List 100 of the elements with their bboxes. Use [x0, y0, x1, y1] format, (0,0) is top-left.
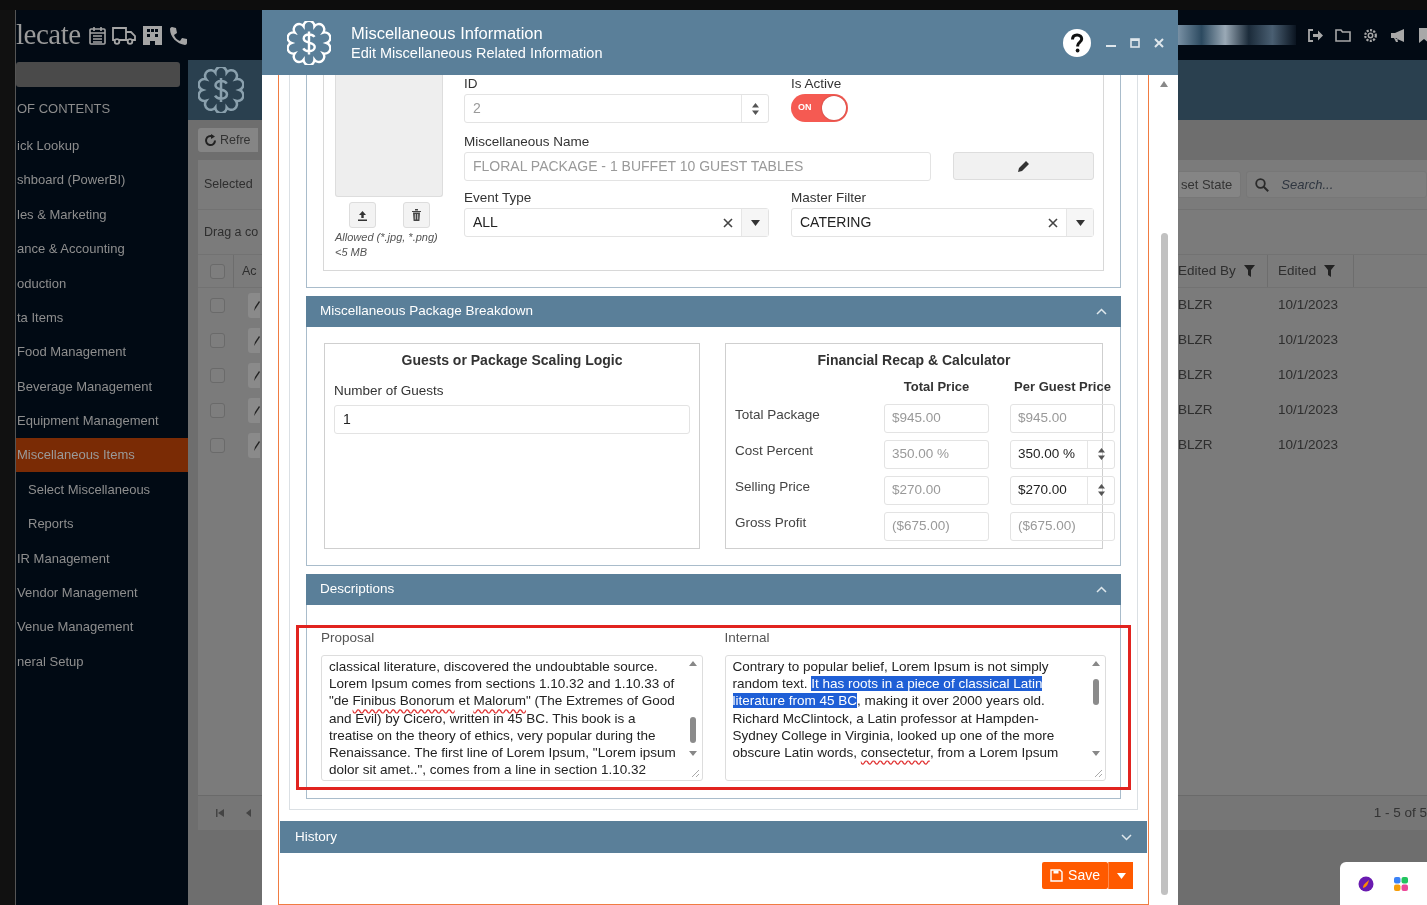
delete-button[interactable]: [402, 202, 430, 228]
filter-icon[interactable]: [1324, 265, 1336, 277]
sidebar-item[interactable]: ta Items: [16, 300, 188, 335]
dialog-subtitle: Edit Miscellaneous Related Information: [351, 43, 603, 63]
pencil-icon: [1016, 159, 1031, 173]
column-header[interactable]: Ac: [242, 261, 257, 281]
sidebar-item[interactable]: ick Lookup: [16, 128, 188, 163]
table-cell: BLZR: [1178, 297, 1213, 313]
sidebar-item[interactable]: IR Management: [16, 541, 188, 576]
edit-button[interactable]: [248, 328, 260, 353]
sidebar-item[interactable]: Beverage Management: [16, 369, 188, 404]
chevron-up-icon[interactable]: [1096, 308, 1107, 315]
sidebar-item[interactable]: Vendor Management: [16, 575, 188, 610]
edit-button[interactable]: [248, 363, 260, 388]
scrollbar-drawing[interactable]: [1089, 659, 1103, 779]
pager-text: 1 - 5 of 5: [1373, 803, 1427, 822]
filter-icon[interactable]: [1243, 265, 1255, 277]
spinner-arrows-icon[interactable]: [1096, 447, 1106, 461]
group-hint: Drag a co: [204, 223, 259, 241]
sidebar-heading: OF CONTENTS: [16, 100, 112, 118]
sidebar-item[interactable]: neral Setup: [16, 644, 188, 679]
sidebar-item[interactable]: Equipment Management: [16, 403, 188, 438]
field-label: ID: [464, 76, 479, 92]
column-header[interactable]: Edited By: [1178, 260, 1236, 282]
bookmark-icon[interactable]: [1419, 27, 1427, 43]
calendar-icon[interactable]: [88, 25, 106, 45]
table-cell: 10/1/2023: [1278, 297, 1339, 313]
input-field: 350.00 %: [884, 439, 989, 469]
maximize-icon[interactable]: [1130, 37, 1140, 48]
folder-icon[interactable]: [1335, 28, 1351, 42]
upload-icon: [356, 209, 368, 221]
scroll-up-icon[interactable]: [1160, 81, 1168, 87]
sidebar-item[interactable]: les & Marketing: [16, 197, 188, 232]
pencil-icon: [254, 335, 260, 346]
scrollbar-thumb[interactable]: [1160, 233, 1168, 895]
chevron-down-icon[interactable]: [1121, 833, 1132, 841]
dialog-title: Miscellaneous Information: [351, 22, 544, 43]
dropdown-toggle-button[interactable]: [1108, 862, 1133, 889]
section-header[interactable]: Descriptions: [306, 574, 1121, 605]
search-input[interactable]: Search...: [1279, 173, 1400, 196]
sidebar-item[interactable]: Food Management: [16, 334, 188, 370]
toggle-switch[interactable]: ON: [791, 94, 848, 122]
dropdown-field[interactable]: ALL: [464, 208, 769, 237]
section-header[interactable]: Miscellaneous Package Breakdown: [306, 296, 1121, 327]
edit-button[interactable]: [248, 293, 260, 318]
sidebar-item[interactable]: Miscellaneous Items: [16, 438, 188, 473]
search-field[interactable]: Search...: [1246, 171, 1427, 198]
dropdown-field[interactable]: CATERING: [791, 208, 1094, 237]
field-label: Master Filter: [791, 190, 867, 206]
building-icon[interactable]: [141, 25, 163, 45]
chevron-up-icon[interactable]: [1096, 586, 1107, 593]
table-cell: BLZR: [1178, 332, 1213, 348]
sign-out-icon[interactable]: [1308, 28, 1323, 42]
upload-button[interactable]: [348, 202, 376, 228]
input-field: ($675.00): [884, 511, 989, 541]
clear-icon[interactable]: [723, 217, 733, 228]
sidebar-subitem[interactable]: Select Miscellaneous: [16, 472, 188, 507]
sidebar-item[interactable]: ance & Accounting: [16, 231, 188, 267]
search-icon: [1255, 177, 1270, 192]
section-header[interactable]: History: [280, 821, 1147, 853]
spinner-arrows-icon[interactable]: [1096, 483, 1106, 497]
upload-hint: Allowed (*.jpg, *.png): [335, 230, 439, 245]
table-cell: BLZR: [1178, 367, 1213, 383]
reset-state-button[interactable]: set State: [1178, 171, 1242, 198]
phone-icon[interactable]: [168, 25, 187, 45]
truck-icon[interactable]: [111, 25, 136, 45]
app-icon[interactable]: [1393, 875, 1410, 892]
pencil-icon: [254, 440, 260, 451]
size-hint: <5 MB: [335, 245, 369, 260]
sidebar-subitem[interactable]: Reports: [16, 506, 188, 542]
megaphone-icon[interactable]: [1390, 27, 1407, 43]
help-icon[interactable]: [1062, 27, 1092, 58]
input-field[interactable]: 350.00 %: [1010, 439, 1115, 469]
close-icon[interactable]: [1154, 37, 1164, 48]
previous-page-icon[interactable]: [246, 809, 251, 817]
sidebar-item[interactable]: Venue Management: [16, 609, 188, 645]
dollar-badge-icon: [287, 20, 331, 65]
table-cell: BLZR: [1178, 437, 1213, 453]
edit-button[interactable]: [248, 433, 260, 458]
app-icon[interactable]: [1357, 875, 1374, 892]
refresh-button[interactable]: Refre: [198, 128, 258, 152]
sidebar-item[interactable]: shboard (PowerBI): [16, 162, 188, 198]
clear-icon[interactable]: [1048, 217, 1058, 228]
input-field[interactable]: 1: [334, 405, 690, 434]
row-label: Cost Percent: [735, 441, 815, 460]
first-page-icon[interactable]: [216, 809, 224, 817]
input-field[interactable]: $270.00: [1010, 475, 1115, 505]
table-cell: 10/1/2023: [1278, 402, 1339, 418]
text-area[interactable]: classical literature, discovered the undoubtable source. Lorem Ipsum comes from sections 1.10.32 and 1.10.33 of "de Finibus Bonorum et Malorum" (The Extremes of Good and Evil) by Cicero, written in 45 BC. This book is a treatise on the theory of ethics, very popular during the Renaissance. The first line of Lorem Ipsum, "Lorem ipsum dolor sit amet..", comes from a line in section 1.10.32: [321, 655, 703, 781]
text-area[interactable]: Contrary to popular belief, Lorem Ipsum is not simply random text. It has roots in a piece of classical Latin literature from 45 BC, making it over 2000 years old. Richard McClintock, a Latin professor at Hampden-Sydney College in Virginia, looked up one of the more obscure Latin words, consectetur, from a Lorem Ipsum: [724, 655, 1106, 781]
column-header: Total Price: [902, 378, 971, 396]
settings-icon[interactable]: [1363, 27, 1378, 43]
field-label: Miscellaneous Name: [464, 134, 591, 150]
search-field[interactable]: [16, 62, 180, 87]
box-title: Guests or Package Scaling Logic: [400, 351, 624, 370]
field-label: Proposal: [321, 630, 376, 646]
edit-button[interactable]: [248, 398, 260, 423]
column-header[interactable]: Edited: [1278, 260, 1317, 282]
sidebar-item[interactable]: oduction: [16, 266, 188, 301]
table-cell: BLZR: [1178, 402, 1213, 418]
